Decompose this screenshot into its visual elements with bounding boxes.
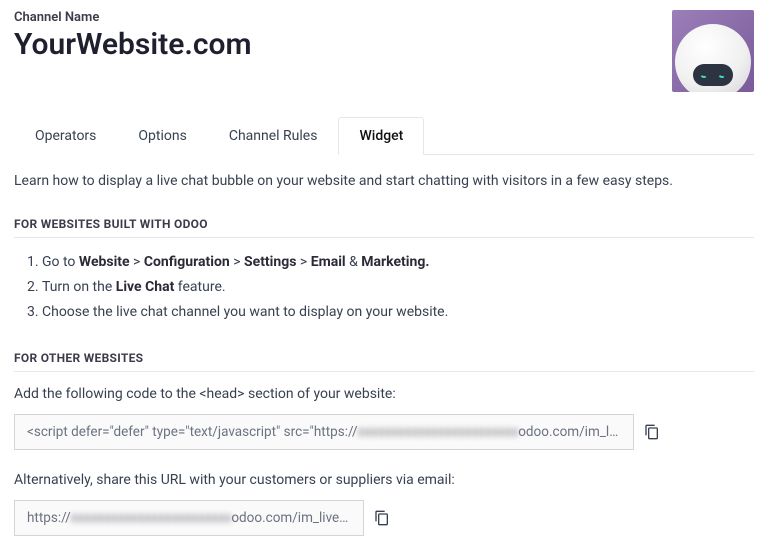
bot-icon: [675, 24, 751, 92]
tab-operators[interactable]: Operators: [14, 117, 117, 155]
step-1: Go to Website > Configuration > Settings…: [42, 252, 754, 273]
step-3: Choose the live chat channel you want to…: [42, 302, 754, 323]
section-heading-other: FOR OTHER WEBSITES: [14, 351, 754, 372]
widget-intro-text: Learn how to display a live chat bubble …: [14, 173, 754, 189]
tab-channel-rules[interactable]: Channel Rules: [208, 117, 339, 155]
odoo-steps-list: Go to Website > Configuration > Settings…: [42, 252, 754, 323]
script-snippet-row: <script defer="defer" type="text/javascr…: [14, 414, 754, 450]
tab-widget[interactable]: Widget: [338, 117, 424, 155]
channel-name-value[interactable]: YourWebsite.com: [14, 27, 672, 63]
copy-icon[interactable]: [374, 510, 390, 526]
channel-name-label: Channel Name: [14, 10, 672, 25]
copy-icon[interactable]: [644, 424, 660, 440]
section-heading-odoo: FOR WEBSITES BUILT WITH ODOO: [14, 217, 754, 238]
tab-options[interactable]: Options: [117, 117, 207, 155]
tabs: Operators Options Channel Rules Widget: [14, 116, 754, 155]
step-2: Turn on the Live Chat feature.: [42, 277, 754, 298]
header-text-block: Channel Name YourWebsite.com: [14, 10, 672, 63]
head-instruction-text: Add the following code to the <head> sec…: [14, 386, 754, 402]
alt-instruction-text: Alternatively, share this URL with your …: [14, 472, 754, 488]
channel-avatar[interactable]: [672, 10, 754, 92]
header-row: Channel Name YourWebsite.com: [14, 10, 754, 92]
url-snippet-box[interactable]: https://xxxxxxxxxxxxxxxxxxxxxxxxodoo.com…: [14, 500, 364, 536]
url-snippet-row: https://xxxxxxxxxxxxxxxxxxxxxxxxodoo.com…: [14, 500, 754, 536]
script-snippet-box[interactable]: <script defer="defer" type="text/javascr…: [14, 414, 634, 450]
